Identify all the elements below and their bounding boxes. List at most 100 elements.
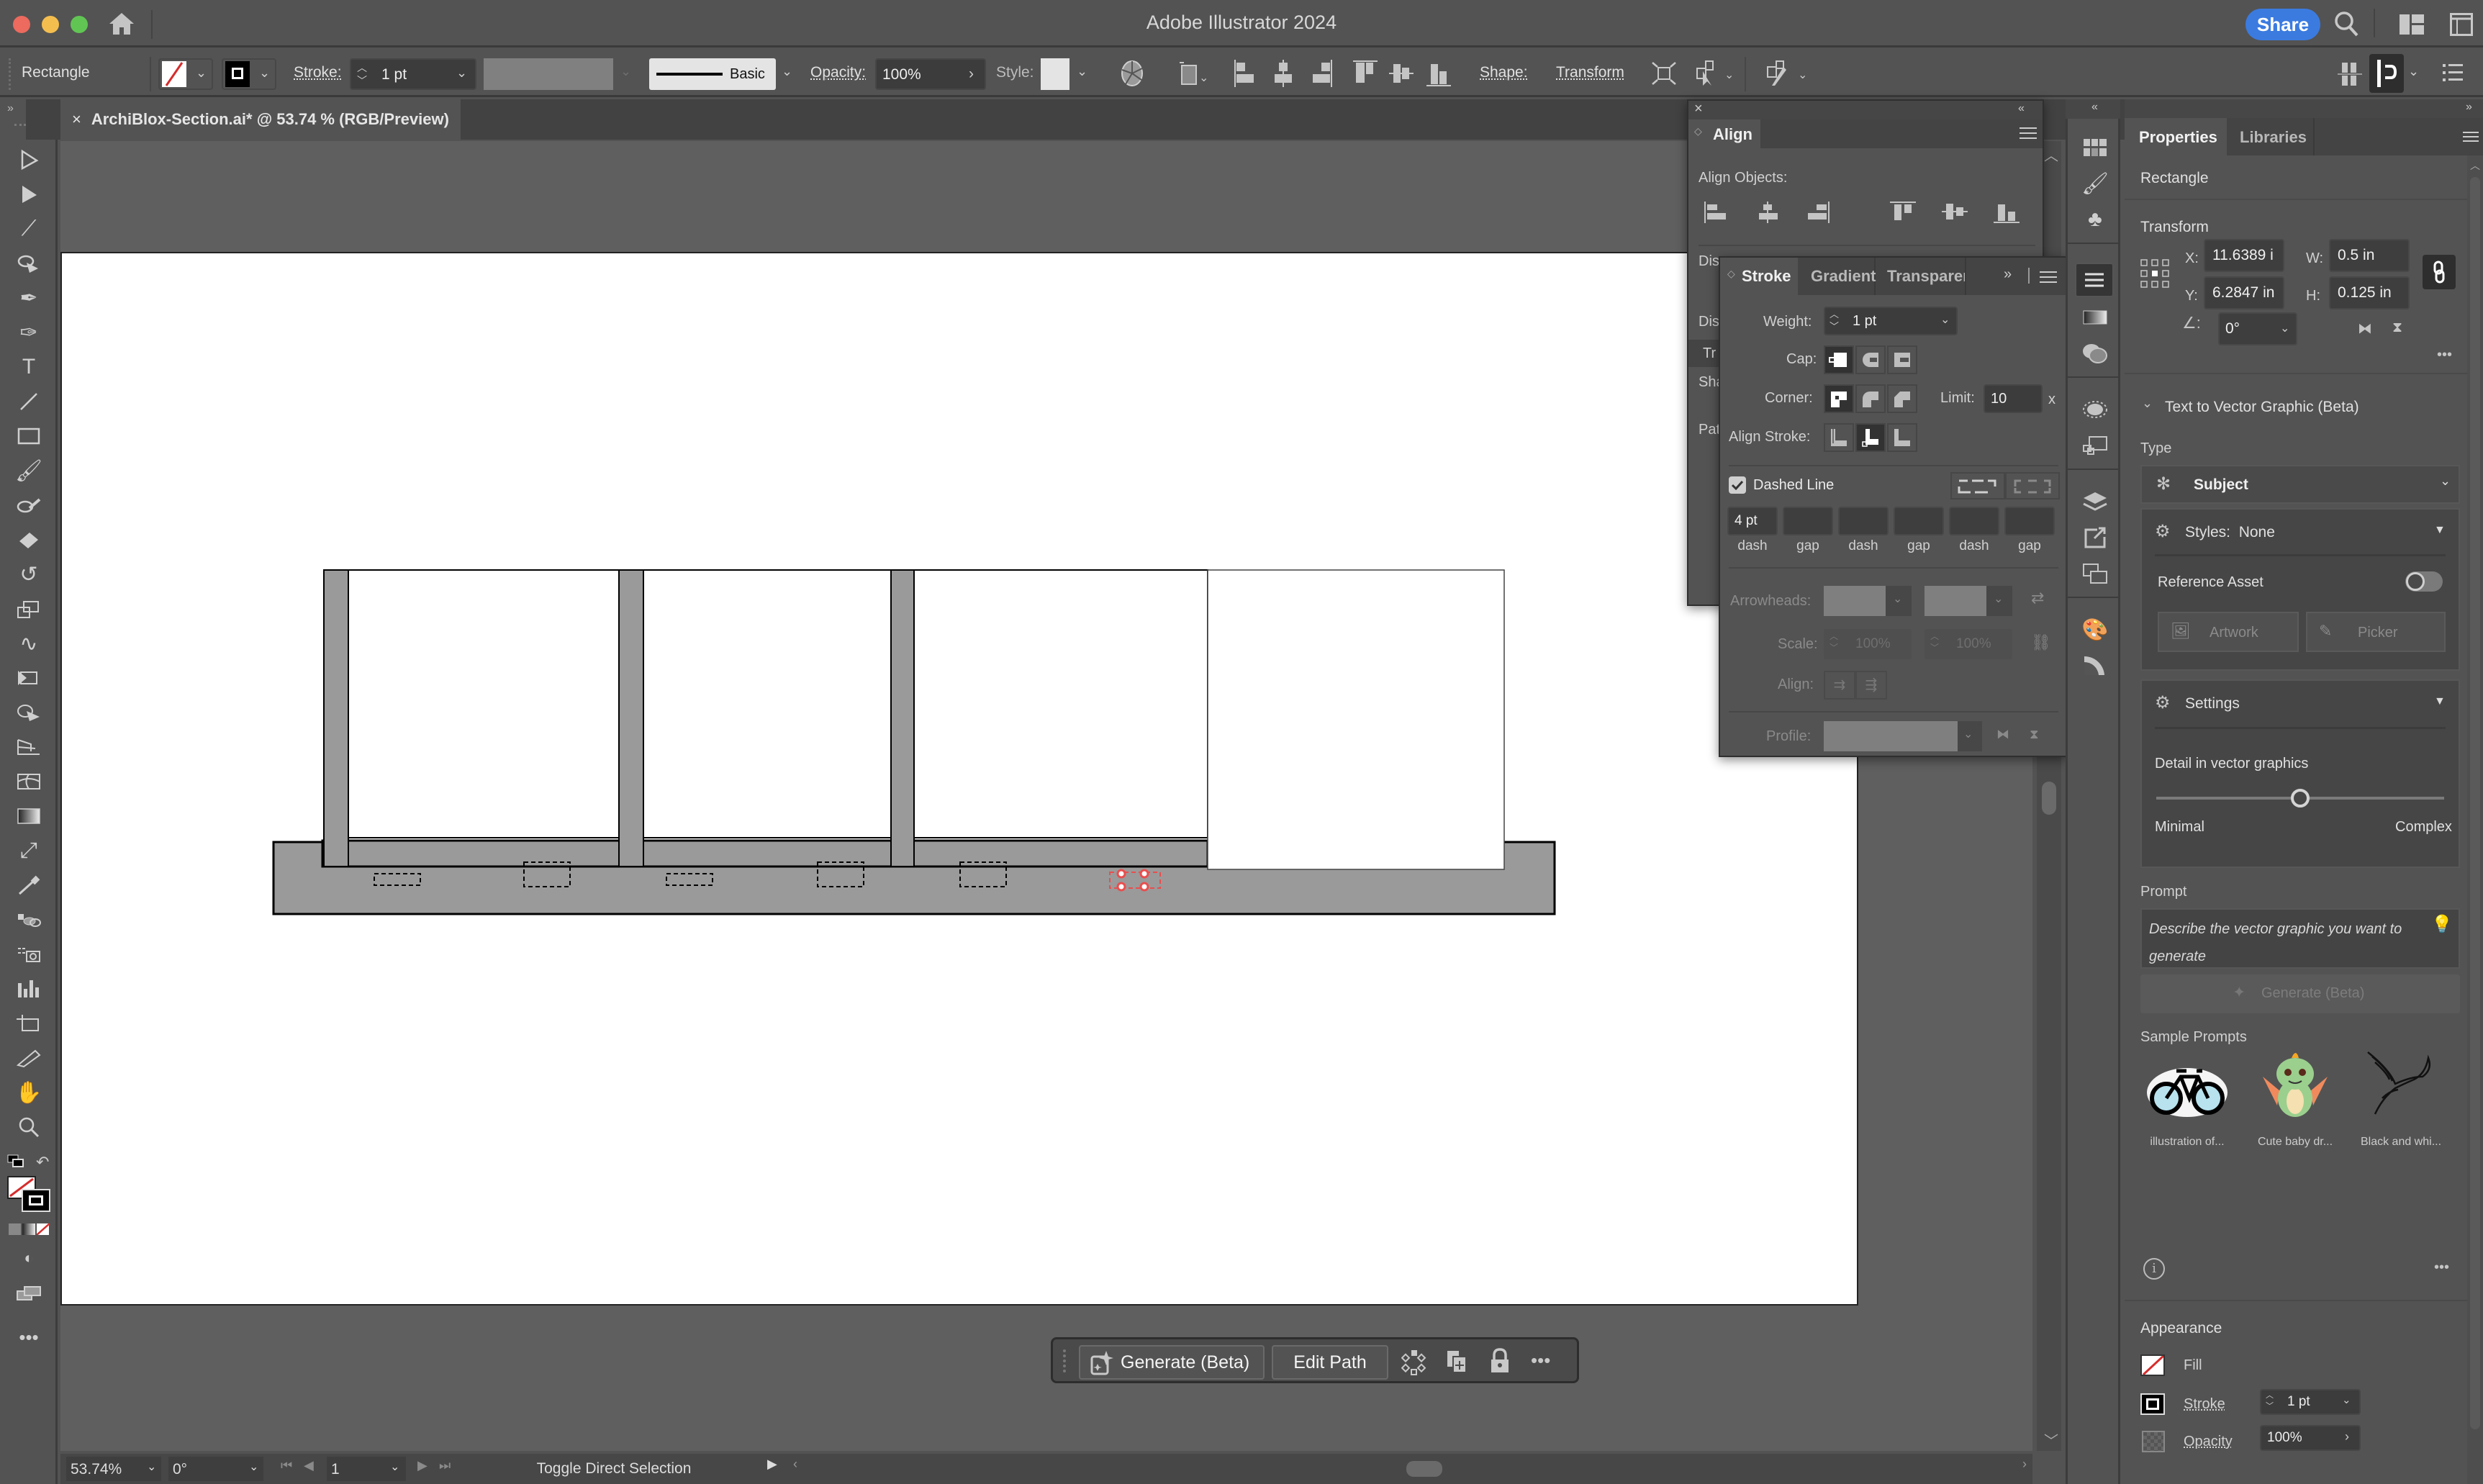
hand-tool-icon[interactable]: ✋ [13,1078,45,1107]
stroke-weight-field[interactable]: ︿ ﹀ 1 pt ⌄ [350,58,476,90]
fill-swatch-control[interactable]: ⌄ [158,58,213,90]
color-icon[interactable] [9,1223,22,1235]
wall-column[interactable] [323,569,349,867]
last-artboard-icon[interactable]: ⏭ [439,1458,451,1473]
arrange-icon[interactable]: ⌄ [1179,60,1208,86]
status-menu-icon[interactable]: ▶ [767,1457,777,1472]
eyedropper-tool-icon[interactable] [13,871,45,900]
butt-cap-button[interactable] [1824,345,1854,374]
bevel-join-button[interactable] [1887,384,1917,413]
type-tool-icon[interactable]: T [13,353,45,381]
default-fill-stroke-icon[interactable] [7,1154,24,1169]
appearance-panel-icon[interactable] [2081,395,2109,424]
eyedropper-measure-tool-icon[interactable]: ⤢ [13,836,45,865]
sample-prompt-bicycle[interactable]: illustration of... [2145,1055,2230,1148]
panel-menu-icon[interactable] [2463,131,2479,142]
line-segment-tool-icon[interactable] [13,387,45,416]
miter-limit-field[interactable]: 10 [1984,384,2043,413]
stepper-icon[interactable]: ︿ ﹀ [1830,308,1839,332]
info-icon[interactable]: i [2143,1258,2165,1280]
zoom-level-field[interactable]: 53.74% ⌄ [66,1457,161,1481]
mesh-tool-icon[interactable] [13,767,45,796]
color-themes-icon[interactable] [2081,651,2109,680]
more-options-icon[interactable]: ••• [2434,1259,2449,1276]
stroke-swatch-control[interactable]: ⌄ [222,58,276,90]
magic-wand-tool-icon[interactable]: ⟋ [13,214,45,243]
settings-dropdown[interactable]: Settings [2185,695,2240,712]
section-drawing[interactable] [62,253,1857,1304]
direct-selection-tool-icon[interactable] [13,180,45,209]
opacity-label[interactable]: Opacity [2184,1434,2233,1450]
properties-scrollbar[interactable]: ︿ [2467,155,2483,1484]
miter-join-button[interactable] [1824,384,1854,413]
scroll-right-icon[interactable]: › [2022,1457,2027,1472]
expand-dock-icon[interactable]: » [2466,101,2472,114]
horizontal-scroll-thumb[interactable] [1406,1461,1442,1477]
rotation-field[interactable]: 0° ⌄ [168,1457,263,1481]
select-similar-icon[interactable]: ⌄ [1696,60,1739,87]
previous-artboard-icon[interactable]: ◀ [304,1458,314,1473]
projecting-cap-button[interactable] [1887,345,1917,374]
stroke-label[interactable]: Stroke: [294,64,342,81]
drag-grip[interactable] [9,58,12,90]
vertical-align-bottom-icon[interactable] [1994,202,2020,223]
rotate-tool-icon[interactable]: ↺ [13,560,45,589]
workspace-switcher-icon[interactable] [2400,14,2424,35]
scroll-thumb[interactable] [2470,177,2480,1429]
align-stroke-center-button[interactable] [1824,423,1854,452]
rotation-angle-field[interactable]: 0° ⌄ [2218,312,2297,345]
opacity-label[interactable]: Opacity: [810,64,866,81]
next-artboard-icon[interactable]: ▶ [417,1458,428,1473]
blend-tool-icon[interactable] [13,905,45,934]
perspective-grid-tool-icon[interactable] [13,733,45,761]
panel-header[interactable]: × « [1688,101,2043,119]
more-transform-options-icon[interactable]: ••• [2437,347,2452,363]
gap-input[interactable] [2004,507,2055,535]
swap-arrowheads-icon[interactable]: ⇄ [2031,589,2044,607]
eraser-tool-icon[interactable] [13,525,45,554]
curvature-tool-icon[interactable]: ✑ [13,318,45,347]
appearance-stroke-weight-field[interactable]: ︿ ﹀ 1 pt ⌄ [2260,1389,2361,1415]
symbols-icon[interactable]: ♣ [2081,205,2109,234]
status-tool-hint[interactable]: Toggle Direct Selection [474,1457,754,1481]
width-profile-dropdown[interactable]: ⌄ [1824,721,1982,751]
chevron-right-icon[interactable]: › [969,65,974,83]
align-stroke-outside-button[interactable] [1887,423,1917,452]
more-tabs-icon[interactable]: » [2004,266,2012,283]
close-tab-icon[interactable]: × [72,110,81,128]
stroke-color-swatch[interactable] [22,1189,50,1212]
preserve-dash-lengths-button[interactable] [1950,472,2005,499]
artboard-number-field[interactable]: 1 ⌄ [327,1457,406,1481]
prompt-input[interactable]: Describe the vector graphic you want to … [2140,908,2460,969]
free-transform-tool-icon[interactable] [13,664,45,692]
document-tab[interactable]: × ArchiBlox-Section.ai* @ 53.74 % (RGB/Pr… [60,99,461,140]
vertical-align-center-icon[interactable] [1942,202,1968,223]
swap-fill-stroke-icon[interactable]: ↶ [36,1153,49,1172]
close-panel-icon[interactable]: × [1694,101,1703,117]
drag-grip[interactable] [1063,1349,1067,1372]
horizontal-align-left-icon[interactable] [1704,202,1729,223]
more-options-icon[interactable]: ••• [1531,1349,1550,1372]
share-button[interactable]: Share [2245,9,2320,40]
repeat-radial-icon[interactable] [1401,1349,1427,1375]
appearance-opacity-field[interactable]: 100% › [2260,1425,2361,1451]
tab-libraries[interactable]: Libraries [2228,118,2315,155]
chevron-down-icon[interactable]: ⌄ [1077,64,1087,79]
start-arrowhead-dropdown[interactable]: ⌄ [1824,586,1912,616]
scroll-down-icon[interactable]: ﹀ [2044,1429,2058,1450]
horizontal-align-right-icon[interactable] [1806,202,1831,223]
stroke-swatch[interactable] [2140,1393,2165,1415]
panel-menu-icon[interactable] [2020,127,2037,140]
shape-builder-tool-icon[interactable] [13,698,45,727]
dashed-line-checkbox[interactable] [1729,476,1746,494]
sample-prompt-bird[interactable]: Black and whi... [2353,1048,2448,1148]
shape-label[interactable]: Shape: [1480,64,1528,81]
open-bay[interactable] [1207,569,1505,870]
pixel-grid-icon[interactable] [2338,61,2362,87]
collapse-panel-icon[interactable]: « [2018,102,2025,115]
end-arrowhead-dropdown[interactable]: ⌄ [1925,586,2012,616]
round-cap-button[interactable] [1855,345,1886,374]
brushes-icon[interactable]: 🖌 [2081,169,2109,198]
graphic-styles-icon[interactable] [2081,431,2109,460]
flip-horizontal-icon[interactable]: ⧓ [2358,320,2372,338]
